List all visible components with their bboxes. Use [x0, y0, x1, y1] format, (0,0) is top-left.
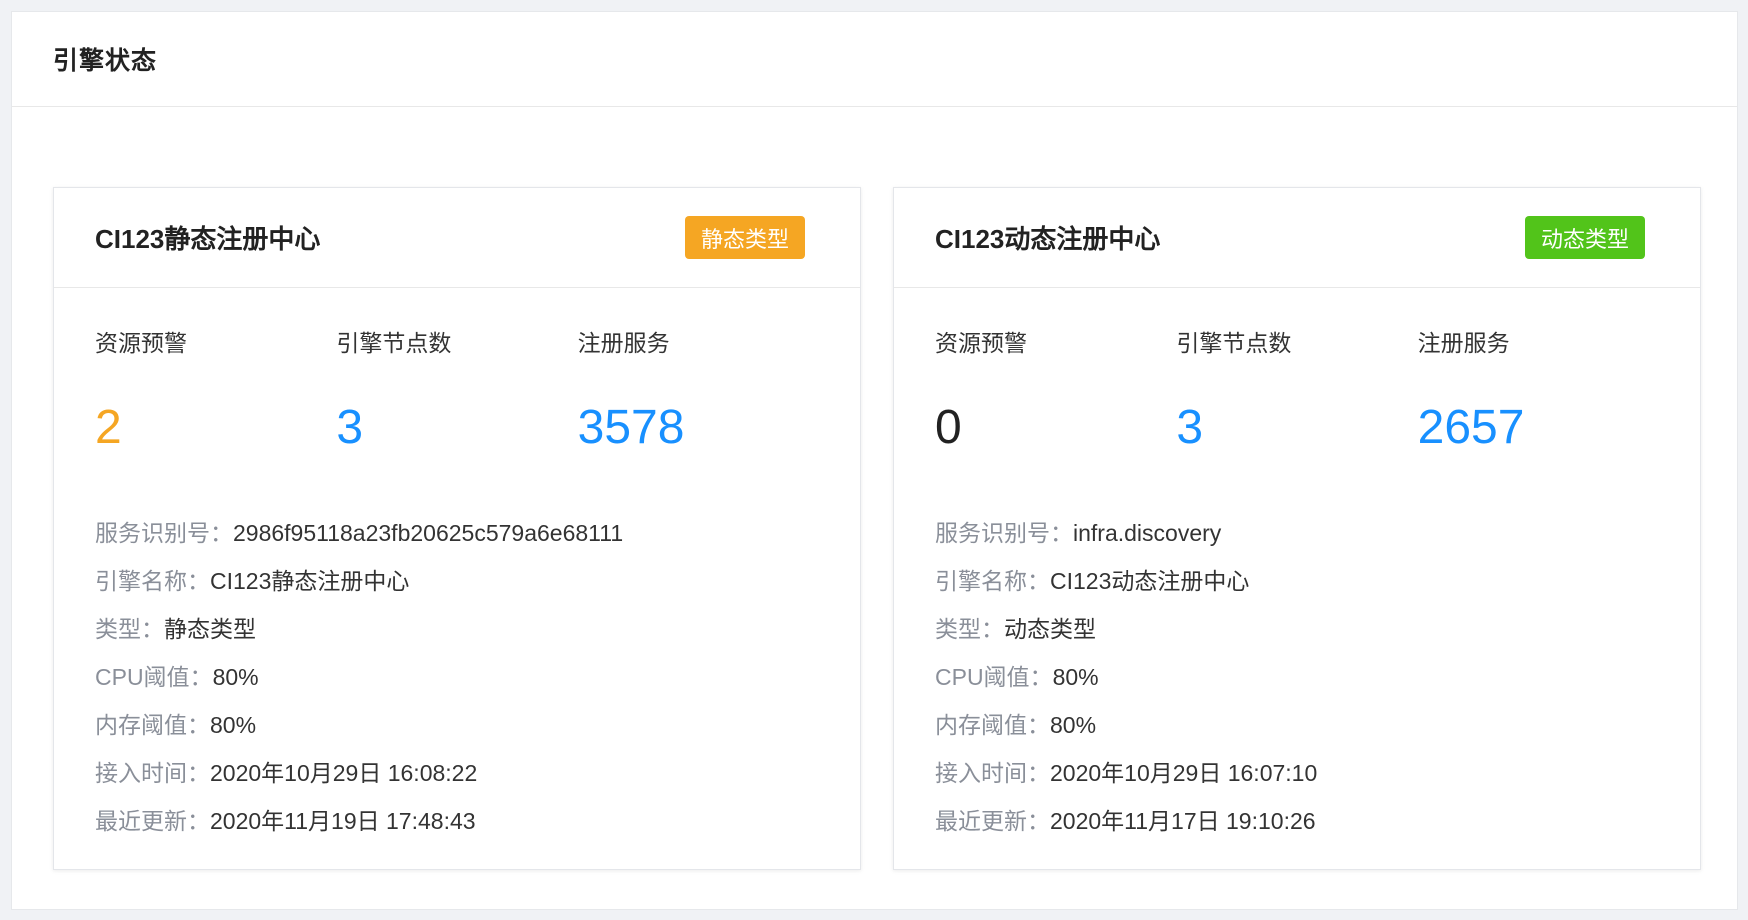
info-value: 80% — [212, 664, 259, 690]
stat-label: 注册服务 — [1417, 330, 1510, 356]
info-value: 80% — [210, 712, 257, 738]
stat-value: 2657 — [1417, 401, 1525, 454]
info-row-type: 类型：动态类型 — [935, 614, 1659, 662]
info-row-memory-threshold: 内存阈值：80% — [95, 710, 819, 758]
info-list: 服务识别号：infra.discovery 引擎名称：CI123动态注册中心 类… — [935, 518, 1659, 854]
stat-resource-warning: 资源预警 0 — [935, 328, 1176, 456]
info-key: 引擎名称： — [935, 568, 1050, 594]
info-value: 2986f95118a23fb20625c579a6e68111 — [233, 520, 624, 546]
info-value: 2020年11月17日 19:10:26 — [1050, 808, 1316, 834]
engine-status-panel: 引擎状态 CI123静态注册中心 静态类型 资源预警 2 引擎节点数 3 注册服… — [11, 11, 1738, 910]
info-key: 最近更新： — [95, 808, 210, 834]
stat-engine-nodes: 引擎节点数 3 — [1176, 328, 1417, 456]
stats-row: 资源预警 0 引擎节点数 3 注册服务 2657 — [935, 328, 1659, 456]
card-body: 资源预警 0 引擎节点数 3 注册服务 2657 服务识别号：infra.dis… — [894, 288, 1700, 854]
card-body: 资源预警 2 引擎节点数 3 注册服务 3578 服务识别号：2986f9511… — [54, 288, 860, 854]
info-value: 2020年10月29日 16:07:10 — [1050, 760, 1318, 786]
info-key: 内存阈值： — [935, 712, 1050, 738]
page-title: 引擎状态 — [53, 47, 158, 75]
engine-cards: CI123静态注册中心 静态类型 资源预警 2 引擎节点数 3 注册服务 357… — [53, 187, 1701, 870]
info-value: 2020年10月29日 16:08:22 — [210, 760, 478, 786]
stat-engine-nodes: 引擎节点数 3 — [336, 328, 577, 456]
info-value: 动态类型 — [1004, 616, 1096, 642]
engine-card-static: CI123静态注册中心 静态类型 资源预警 2 引擎节点数 3 注册服务 357… — [53, 187, 861, 870]
stat-label: 引擎节点数 — [336, 330, 452, 356]
stat-registered-services: 注册服务 2657 — [1418, 328, 1659, 456]
info-value: 2020年11月19日 17:48:43 — [210, 808, 476, 834]
info-key: 接入时间： — [95, 760, 210, 786]
type-badge: 静态类型 — [684, 216, 805, 259]
panel-header: 引擎状态 — [12, 12, 1737, 107]
info-row-last-updated: 最近更新：2020年11月19日 17:48:43 — [95, 806, 819, 854]
info-row-connected-time: 接入时间：2020年10月29日 16:07:10 — [935, 758, 1659, 806]
info-row-service-id: 服务识别号：2986f95118a23fb20625c579a6e68111 — [95, 518, 819, 566]
info-row-engine-name: 引擎名称：CI123静态注册中心 — [95, 566, 819, 614]
stat-label: 引擎节点数 — [1176, 330, 1292, 356]
stats-row: 资源预警 2 引擎节点数 3 注册服务 3578 — [95, 328, 819, 456]
info-row-type: 类型：静态类型 — [95, 614, 819, 662]
info-row-engine-name: 引擎名称：CI123动态注册中心 — [935, 566, 1659, 614]
info-key: 服务识别号： — [95, 520, 233, 546]
info-row-service-id: 服务识别号：infra.discovery — [935, 518, 1659, 566]
stat-value: 3 — [1176, 401, 1204, 454]
info-value: CI123静态注册中心 — [210, 568, 410, 594]
info-list: 服务识别号：2986f95118a23fb20625c579a6e68111 引… — [95, 518, 819, 854]
card-title: CI123动态注册中心 — [935, 224, 1161, 254]
info-key: CPU阈值： — [935, 664, 1053, 690]
stat-value: 2 — [95, 401, 122, 454]
info-value: 80% — [1050, 712, 1097, 738]
info-value: CI123动态注册中心 — [1050, 568, 1250, 594]
info-row-cpu-threshold: CPU阈值：80% — [935, 662, 1659, 710]
type-badge: 动态类型 — [1524, 216, 1645, 259]
info-key: 类型： — [95, 616, 164, 642]
stat-registered-services: 注册服务 3578 — [578, 328, 819, 456]
info-key: 类型： — [935, 616, 1004, 642]
info-row-connected-time: 接入时间：2020年10月29日 16:08:22 — [95, 758, 819, 806]
info-key: 引擎名称： — [95, 568, 210, 594]
info-value: 80% — [1052, 664, 1099, 690]
stat-value: 0 — [935, 401, 962, 454]
info-key: CPU阈值： — [95, 664, 213, 690]
stat-resource-warning: 资源预警 2 — [95, 328, 336, 456]
stat-value: 3578 — [577, 401, 685, 454]
stat-label: 资源预警 — [95, 330, 187, 356]
info-key: 内存阈值： — [95, 712, 210, 738]
info-key: 最近更新： — [935, 808, 1050, 834]
info-row-cpu-threshold: CPU阈值：80% — [95, 662, 819, 710]
info-row-memory-threshold: 内存阈值：80% — [935, 710, 1659, 758]
stat-label: 资源预警 — [935, 330, 1027, 356]
info-value: 静态类型 — [164, 616, 256, 642]
card-header: CI123动态注册中心 动态类型 — [894, 188, 1700, 288]
info-key: 接入时间： — [935, 760, 1050, 786]
card-header: CI123静态注册中心 静态类型 — [54, 188, 860, 288]
stat-value: 3 — [336, 401, 364, 454]
stat-label: 注册服务 — [577, 330, 670, 356]
info-row-last-updated: 最近更新：2020年11月17日 19:10:26 — [935, 806, 1659, 854]
info-value: infra.discovery — [1073, 520, 1222, 546]
card-title: CI123静态注册中心 — [95, 224, 321, 254]
info-key: 服务识别号： — [935, 520, 1073, 546]
engine-card-dynamic: CI123动态注册中心 动态类型 资源预警 0 引擎节点数 3 注册服务 265… — [893, 187, 1701, 870]
